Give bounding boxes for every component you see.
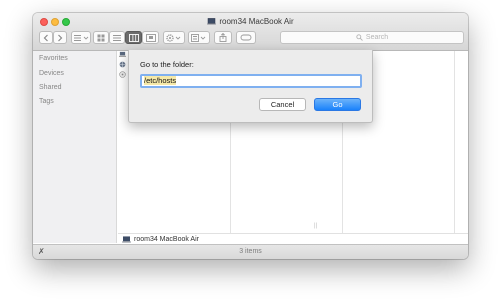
gear-icon xyxy=(166,33,181,42)
path-bar: room34 MacBook Air xyxy=(118,233,468,244)
folder-path-input[interactable]: /etc/hosts xyxy=(140,74,362,88)
laptop-icon xyxy=(207,18,217,25)
tag-icon xyxy=(240,34,252,41)
list-view-button[interactable] xyxy=(109,31,125,44)
window-title: room34 MacBook Air xyxy=(33,17,468,26)
share-icon xyxy=(219,33,227,42)
laptop-icon[interactable] xyxy=(119,51,126,58)
group-icon xyxy=(191,33,206,42)
list-icon xyxy=(113,34,121,41)
laptop-icon xyxy=(122,235,131,243)
share-button[interactable] xyxy=(214,31,232,44)
titlebar: room34 MacBook Air Search xyxy=(33,13,468,51)
grid-icon xyxy=(97,34,105,41)
column-view-button[interactable] xyxy=(125,31,142,44)
column-resize-handle[interactable]: || xyxy=(314,223,317,229)
columns-icon xyxy=(128,33,139,42)
sidebar-section-tags[interactable]: Tags xyxy=(39,98,54,105)
disc-icon[interactable] xyxy=(119,71,126,78)
arrange-dropdown[interactable] xyxy=(71,31,91,44)
tags-button[interactable] xyxy=(236,31,256,44)
icon-view-button[interactable] xyxy=(93,31,109,44)
back-button[interactable] xyxy=(39,31,53,44)
path-bar-label[interactable]: room34 MacBook Air xyxy=(134,236,199,243)
column-divider[interactable] xyxy=(454,51,455,233)
arrange-icon xyxy=(74,34,89,41)
go-button[interactable]: Go xyxy=(314,98,361,111)
dialog-label: Go to the folder: xyxy=(140,60,194,69)
action-dropdown[interactable] xyxy=(163,31,185,44)
folder-path-value: /etc/hosts xyxy=(144,76,177,85)
status-bar: ✗ 3 items xyxy=(33,244,468,259)
search-placeholder: Search xyxy=(365,34,389,41)
sidebar-section-favorites[interactable]: Favorites xyxy=(39,55,68,62)
forward-button[interactable] xyxy=(53,31,67,44)
window-title-text: room34 MacBook Air xyxy=(219,17,294,26)
group-by-dropdown[interactable] xyxy=(188,31,210,44)
chevron-left-icon xyxy=(43,34,48,41)
cover-flow-button[interactable] xyxy=(142,31,159,44)
item-count: 3 items xyxy=(239,248,262,255)
sidebar-section-devices[interactable]: Devices xyxy=(39,70,64,77)
sidebar: Favorites Devices Shared Tags xyxy=(33,51,117,243)
search-icon xyxy=(356,34,363,41)
network-icon[interactable] xyxy=(119,61,126,68)
sidebar-section-shared[interactable]: Shared xyxy=(39,84,62,91)
cancel-button[interactable]: Cancel xyxy=(259,98,306,111)
search-field[interactable]: Search xyxy=(280,31,464,44)
go-to-folder-dialog: Go to the folder: /etc/hosts Cancel Go xyxy=(128,50,373,123)
chevron-right-icon xyxy=(58,34,63,41)
cover-flow-icon xyxy=(145,33,156,42)
